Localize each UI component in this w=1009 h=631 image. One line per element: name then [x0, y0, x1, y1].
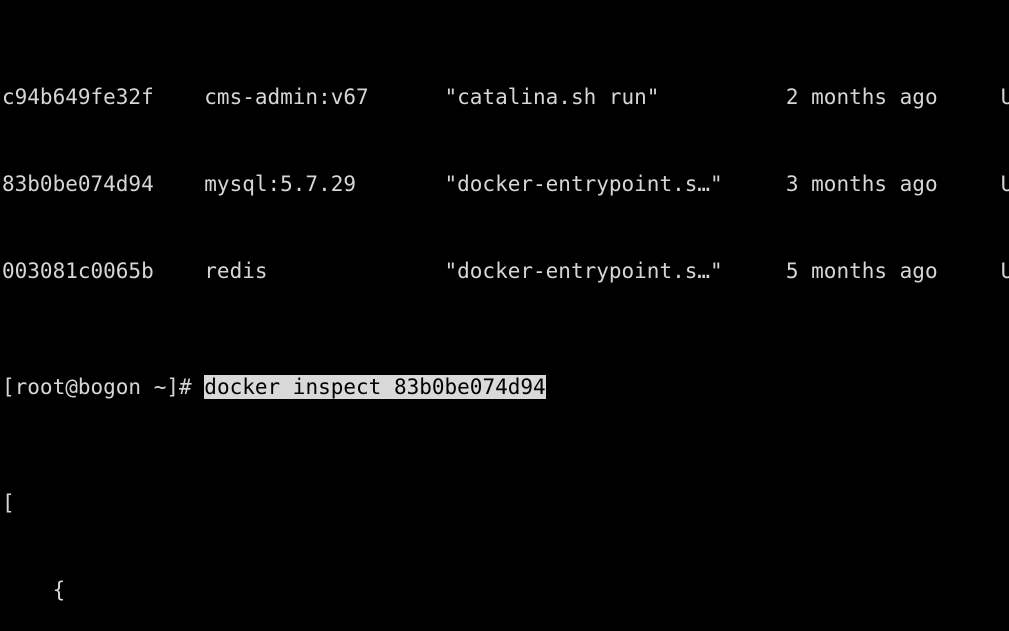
terminal-window[interactable]: c94b649fe32f cms-admin:v67 "catalina.sh … [0, 0, 1009, 631]
terminal-screen: c94b649fe32f cms-admin:v67 "catalina.sh … [2, 0, 1009, 631]
json-line: { [2, 578, 66, 602]
shell-prompt: [root@bogon ~]# [2, 375, 205, 399]
docker-ps-row: c94b649fe32f cms-admin:v67 "catalina.sh … [2, 85, 1009, 109]
typed-command[interactable]: docker inspect 83b0be074d94 [204, 375, 546, 399]
command-prompt-line[interactable]: [root@bogon ~]# docker inspect 83b0be074… [2, 373, 1009, 402]
docker-ps-row: 83b0be074d94 mysql:5.7.29 "docker-entryp… [2, 172, 1009, 196]
docker-ps-row: 003081c0065b redis "docker-entrypoint.s…… [2, 259, 1009, 283]
json-line: [ [2, 491, 15, 515]
